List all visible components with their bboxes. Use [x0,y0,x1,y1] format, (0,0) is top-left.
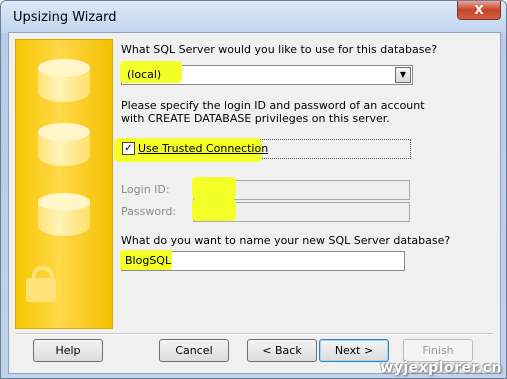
login-id-field[interactable] [192,177,410,200]
next-button[interactable]: Next > [319,339,389,362]
wizard-side-image [15,39,113,329]
checkmark-icon[interactable]: ✓ [122,142,135,155]
help-button[interactable]: Help [33,339,103,362]
watermark: wyjexplorer.cn [380,360,502,376]
db-name-input[interactable]: BlogSQL [120,250,405,271]
db-name-question-label: What do you want to name your new SQL Se… [121,234,451,247]
server-select[interactable]: (local) ▼ [120,61,413,85]
dropdown-arrow-icon[interactable]: ▼ [395,67,411,83]
finish-button: Finish [403,339,473,362]
back-button[interactable]: < Back [247,339,317,362]
login-id-label: Login ID: [121,183,170,196]
server-question-label: What SQL Server would you like to use fo… [121,43,438,56]
trusted-connection-label[interactable]: Use Trusted Connection [138,142,268,155]
server-select-value: (local) [127,68,162,81]
database-icon [38,193,90,236]
wizard-client-area: What SQL Server would you like to use fo… [8,32,501,374]
db-name-value: BlogSQL [125,254,172,267]
trusted-connection-checkbox-row[interactable]: ✓ Use Trusted Connection [114,138,411,162]
cancel-button[interactable]: Cancel [159,339,229,362]
title-bar: Upsizing Wizard X [1,1,506,33]
close-icon[interactable]: X [457,1,501,20]
password-field[interactable] [192,199,410,222]
password-label: Password: [121,205,177,218]
login-instructions-line2: with CREATE DATABASE privileges on this … [121,112,390,125]
login-instructions-line1: Please specify the login ID and password… [121,99,425,112]
database-icon [38,123,90,166]
database-icon [38,59,90,102]
lock-icon [26,266,56,302]
window-title: Upsizing Wizard [13,10,117,25]
upsizing-wizard-window: Upsizing Wizard X What SQL Server would … [0,0,507,379]
button-separator [15,333,493,335]
